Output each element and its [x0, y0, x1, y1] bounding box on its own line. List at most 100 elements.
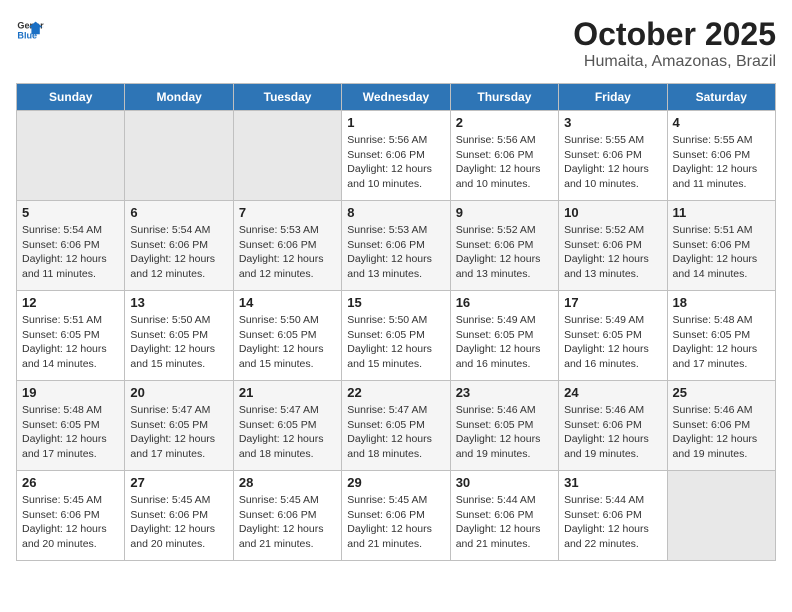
day-number: 23	[456, 385, 553, 400]
day-info: Sunrise: 5:49 AMSunset: 6:05 PMDaylight:…	[564, 313, 661, 372]
day-cell: 22Sunrise: 5:47 AMSunset: 6:05 PMDayligh…	[342, 381, 450, 471]
day-cell: 13 Sunrise: 5:50 AMSunset: 6:05 PMDayligh…	[125, 291, 233, 381]
day-number: 29	[347, 475, 444, 490]
day-info: Sunrise: 5:55 AMSunset: 6:06 PMDaylight:…	[564, 133, 661, 192]
day-cell: 2 Sunrise: 5:56 AMSunset: 6:06 PMDaylight…	[450, 111, 558, 201]
day-info: Sunrise: 5:51 AMSunset: 6:06 PMDaylight:…	[673, 223, 770, 282]
month-title: October 2025	[573, 16, 776, 53]
day-cell: 31 Sunrise: 5:44 AMSunset: 6:06 PMDayligh…	[559, 471, 667, 561]
weekday-header-saturday: Saturday	[667, 84, 775, 111]
day-number: 12	[22, 295, 119, 310]
day-number: 15	[347, 295, 444, 310]
day-info: Sunrise: 5:50 AMSunset: 6:05 PMDaylight:…	[239, 313, 336, 372]
day-cell: 23Sunrise: 5:46 AMSunset: 6:05 PMDayligh…	[450, 381, 558, 471]
day-cell: 27Sunrise: 5:45 AMSunset: 6:06 PMDayligh…	[125, 471, 233, 561]
day-cell: 19Sunrise: 5:48 AMSunset: 6:05 PMDayligh…	[17, 381, 125, 471]
day-cell: 28 Sunrise: 5:45 AMSunset: 6:06 PMDayligh…	[233, 471, 341, 561]
day-number: 4	[673, 115, 770, 130]
day-number: 24	[564, 385, 661, 400]
day-number: 22	[347, 385, 444, 400]
day-cell: 14 Sunrise: 5:50 AMSunset: 6:05 PMDayligh…	[233, 291, 341, 381]
day-cell: 21 Sunrise: 5:47 AMSunset: 6:05 PMDayligh…	[233, 381, 341, 471]
location: Humaita, Amazonas, Brazil	[573, 53, 776, 71]
weekday-header-sunday: Sunday	[17, 84, 125, 111]
day-number: 14	[239, 295, 336, 310]
day-info: Sunrise: 5:50 AMSunset: 6:05 PMDaylight:…	[130, 313, 227, 372]
day-cell: 4 Sunrise: 5:55 AMSunset: 6:06 PMDaylight…	[667, 111, 775, 201]
day-info: Sunrise: 5:54 AMSunset: 6:06 PMDaylight:…	[22, 223, 119, 282]
day-number: 26	[22, 475, 119, 490]
day-cell: 10Sunrise: 5:52 AMSunset: 6:06 PMDayligh…	[559, 201, 667, 291]
day-number: 25	[673, 385, 770, 400]
day-number: 20	[130, 385, 227, 400]
day-info: Sunrise: 5:56 AMSunset: 6:06 PMDaylight:…	[347, 133, 444, 192]
day-cell	[125, 111, 233, 201]
day-number: 31	[564, 475, 661, 490]
weekday-header-thursday: Thursday	[450, 84, 558, 111]
weekday-header-monday: Monday	[125, 84, 233, 111]
day-cell: 3 Sunrise: 5:55 AMSunset: 6:06 PMDaylight…	[559, 111, 667, 201]
day-info: Sunrise: 5:48 AMSunset: 6:05 PMDaylight:…	[22, 403, 119, 462]
day-cell: 9 Sunrise: 5:52 AMSunset: 6:06 PMDaylight…	[450, 201, 558, 291]
day-info: Sunrise: 5:45 AMSunset: 6:06 PMDaylight:…	[239, 493, 336, 552]
day-number: 5	[22, 205, 119, 220]
day-info: Sunrise: 5:50 AMSunset: 6:05 PMDaylight:…	[347, 313, 444, 372]
day-info: Sunrise: 5:56 AMSunset: 6:06 PMDaylight:…	[456, 133, 553, 192]
day-cell	[233, 111, 341, 201]
week-row-1: 1 Sunrise: 5:56 AMSunset: 6:06 PMDaylight…	[17, 111, 776, 201]
logo-icon: General Blue	[16, 16, 44, 44]
day-info: Sunrise: 5:46 AMSunset: 6:06 PMDaylight:…	[564, 403, 661, 462]
day-cell: 26Sunrise: 5:45 AMSunset: 6:06 PMDayligh…	[17, 471, 125, 561]
weekday-header-friday: Friday	[559, 84, 667, 111]
day-cell: 29 Sunrise: 5:45 AMSunset: 6:06 PMDayligh…	[342, 471, 450, 561]
day-cell: 16Sunrise: 5:49 AMSunset: 6:05 PMDayligh…	[450, 291, 558, 381]
day-number: 30	[456, 475, 553, 490]
day-cell: 1 Sunrise: 5:56 AMSunset: 6:06 PMDaylight…	[342, 111, 450, 201]
day-number: 6	[130, 205, 227, 220]
page-header: General Blue October 2025 Humaita, Amazo…	[16, 16, 776, 71]
day-info: Sunrise: 5:44 AMSunset: 6:06 PMDaylight:…	[456, 493, 553, 552]
weekday-header-wednesday: Wednesday	[342, 84, 450, 111]
day-info: Sunrise: 5:53 AMSunset: 6:06 PMDaylight:…	[347, 223, 444, 282]
day-cell	[667, 471, 775, 561]
day-number: 11	[673, 205, 770, 220]
logo: General Blue	[16, 16, 44, 44]
day-info: Sunrise: 5:46 AMSunset: 6:06 PMDaylight:…	[673, 403, 770, 462]
day-cell: 15 Sunrise: 5:50 AMSunset: 6:05 PMDayligh…	[342, 291, 450, 381]
day-info: Sunrise: 5:49 AMSunset: 6:05 PMDaylight:…	[456, 313, 553, 372]
day-info: Sunrise: 5:51 AMSunset: 6:05 PMDaylight:…	[22, 313, 119, 372]
day-number: 8	[347, 205, 444, 220]
day-number: 2	[456, 115, 553, 130]
day-cell: 18Sunrise: 5:48 AMSunset: 6:05 PMDayligh…	[667, 291, 775, 381]
day-info: Sunrise: 5:52 AMSunset: 6:06 PMDaylight:…	[456, 223, 553, 282]
week-row-3: 12 Sunrise: 5:51 AMSunset: 6:05 PMDayligh…	[17, 291, 776, 381]
day-info: Sunrise: 5:47 AMSunset: 6:05 PMDaylight:…	[239, 403, 336, 462]
day-number: 7	[239, 205, 336, 220]
day-cell: 20Sunrise: 5:47 AMSunset: 6:05 PMDayligh…	[125, 381, 233, 471]
day-number: 10	[564, 205, 661, 220]
weekday-header-row: SundayMondayTuesdayWednesdayThursdayFrid…	[17, 84, 776, 111]
day-number: 9	[456, 205, 553, 220]
day-cell: 12 Sunrise: 5:51 AMSunset: 6:05 PMDayligh…	[17, 291, 125, 381]
day-info: Sunrise: 5:45 AMSunset: 6:06 PMDaylight:…	[347, 493, 444, 552]
day-cell	[17, 111, 125, 201]
day-number: 1	[347, 115, 444, 130]
day-number: 21	[239, 385, 336, 400]
day-cell: 24 Sunrise: 5:46 AMSunset: 6:06 PMDayligh…	[559, 381, 667, 471]
calendar-table: SundayMondayTuesdayWednesdayThursdayFrid…	[16, 83, 776, 561]
day-number: 13	[130, 295, 227, 310]
day-number: 28	[239, 475, 336, 490]
day-cell: 6 Sunrise: 5:54 AMSunset: 6:06 PMDaylight…	[125, 201, 233, 291]
day-info: Sunrise: 5:44 AMSunset: 6:06 PMDaylight:…	[564, 493, 661, 552]
day-number: 3	[564, 115, 661, 130]
week-row-4: 19Sunrise: 5:48 AMSunset: 6:05 PMDayligh…	[17, 381, 776, 471]
day-number: 18	[673, 295, 770, 310]
day-cell: 11 Sunrise: 5:51 AMSunset: 6:06 PMDayligh…	[667, 201, 775, 291]
day-number: 17	[564, 295, 661, 310]
day-cell: 30 Sunrise: 5:44 AMSunset: 6:06 PMDayligh…	[450, 471, 558, 561]
day-info: Sunrise: 5:45 AMSunset: 6:06 PMDaylight:…	[130, 493, 227, 552]
weekday-header-tuesday: Tuesday	[233, 84, 341, 111]
day-info: Sunrise: 5:54 AMSunset: 6:06 PMDaylight:…	[130, 223, 227, 282]
day-info: Sunrise: 5:55 AMSunset: 6:06 PMDaylight:…	[673, 133, 770, 192]
day-cell: 5 Sunrise: 5:54 AMSunset: 6:06 PMDaylight…	[17, 201, 125, 291]
